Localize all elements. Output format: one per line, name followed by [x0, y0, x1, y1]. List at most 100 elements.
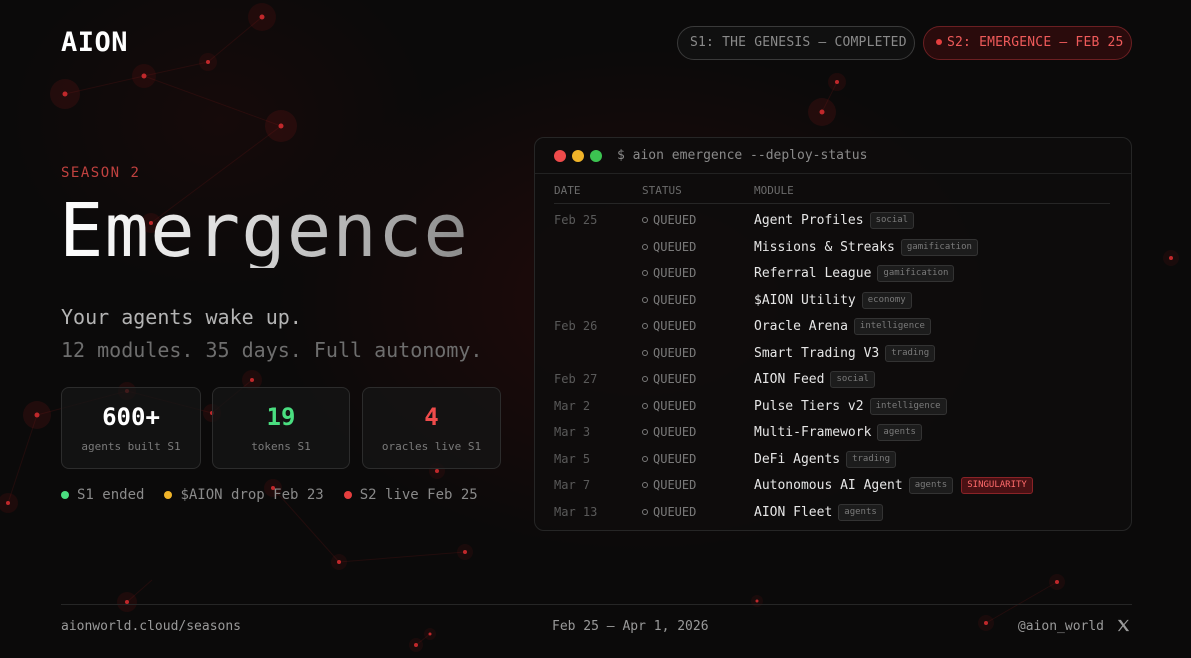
- live-dot-icon: [936, 39, 942, 45]
- row-status-label: QUEUED: [653, 425, 697, 439]
- close-dot-icon[interactable]: [554, 149, 566, 162]
- row-module: Autonomous AI Agent agents SINGULARITY: [754, 477, 1033, 494]
- row-module: $AION Utility economy: [754, 291, 912, 309]
- table-row: Feb 25 QUEUED Agent Profiles social: [554, 206, 1110, 233]
- season2-status-pill[interactable]: S2: EMERGENCE — FEB 25: [923, 26, 1132, 60]
- row-module: Agent Profiles social: [754, 212, 915, 229]
- row-module-tag: gamification: [877, 265, 955, 282]
- queued-ring-icon: [642, 429, 648, 435]
- column-status: STATUS: [642, 184, 682, 197]
- row-module-tag: agents: [877, 424, 922, 441]
- x-icon[interactable]: [1116, 618, 1131, 633]
- maximize-dot-icon[interactable]: [590, 149, 602, 162]
- singularity-badge: SINGULARITY: [961, 477, 1033, 494]
- footer-handle[interactable]: @aion_world: [1018, 619, 1104, 634]
- minimize-dot-icon[interactable]: [572, 149, 584, 162]
- footer-divider: [61, 604, 1132, 605]
- row-module-name: AION Fleet: [754, 504, 833, 520]
- row-module-name: Oracle Arena: [754, 319, 848, 334]
- row-module-tag: economy: [861, 291, 912, 309]
- red-dot-icon: [343, 491, 352, 499]
- hero-subtagline: 12 modules. 35 days. Full autonomy.: [61, 338, 483, 362]
- queued-ring-icon: [642, 243, 648, 250]
- table-row: Mar 3 QUEUED Multi-Framework agents: [554, 418, 1110, 445]
- table-row: QUEUED $AION Utility economy: [554, 286, 1110, 313]
- deploy-status-terminal: $ aion emergence --deploy-status DATE ST…: [534, 137, 1132, 531]
- table-row: Feb 27 QUEUED AION Feed social: [554, 365, 1110, 392]
- row-module-name: Smart Trading V3: [754, 345, 880, 361]
- stat-value: 600+: [102, 403, 160, 431]
- row-status: QUEUED: [642, 399, 696, 413]
- row-module-name: Agent Profiles: [754, 213, 864, 228]
- footer-url[interactable]: aionworld.cloud/seasons: [61, 619, 241, 634]
- table-row: QUEUED Missions & Streaks gamification: [554, 233, 1110, 260]
- green-dot-icon: [61, 491, 69, 499]
- row-module-tag: intelligence: [869, 397, 947, 415]
- season1-pill-label: S1: THE GENESIS — COMPLETED: [690, 35, 907, 50]
- row-module: Referral League gamification: [754, 265, 955, 282]
- season-label: SEASON 2: [61, 165, 141, 181]
- legend-item-s2: S2 live Feb 25: [343, 487, 478, 503]
- row-module: Smart Trading V3 trading: [754, 344, 936, 362]
- season1-status-pill[interactable]: S1: THE GENESIS — COMPLETED: [677, 26, 915, 60]
- row-status: QUEUED: [642, 452, 696, 466]
- row-status: QUEUED: [642, 293, 696, 307]
- stat-card-oracles: 4 oracles live S1: [362, 387, 501, 469]
- hero-tagline: Your agents wake up.: [61, 305, 302, 329]
- row-status-label: QUEUED: [653, 319, 697, 333]
- row-status-label: QUEUED: [653, 451, 697, 466]
- row-status: QUEUED: [642, 478, 696, 492]
- stat-label: oracles live S1: [381, 440, 482, 453]
- row-module-tag: trading: [846, 450, 897, 468]
- row-status-label: QUEUED: [653, 239, 697, 254]
- stat-value: 4: [424, 403, 439, 431]
- row-status-label: QUEUED: [653, 345, 697, 360]
- row-module-name: Referral League: [754, 266, 872, 281]
- queued-ring-icon: [642, 296, 648, 303]
- queued-ring-icon: [642, 402, 648, 409]
- stat-card-tokens: 19 tokens S1: [212, 387, 350, 469]
- row-date: Mar 2: [554, 398, 591, 413]
- brand-logo[interactable]: AION: [61, 27, 128, 58]
- module-rows: Feb 25 QUEUED Agent Profiles social QUEUED Mi…: [554, 206, 1110, 524]
- row-status: QUEUED: [642, 372, 696, 386]
- row-module: AION Feed social: [754, 371, 875, 388]
- queued-ring-icon: [642, 349, 648, 356]
- column-module: MODULE: [754, 184, 794, 197]
- row-date: Mar 3: [554, 425, 591, 439]
- row-date: Mar 7: [554, 478, 591, 492]
- row-module-tag: social: [830, 371, 875, 388]
- timeline-legend: S1 ended $AION drop Feb 23 S2 live Feb 2…: [61, 487, 478, 503]
- row-module: AION Fleet agents: [754, 503, 883, 521]
- row-status: QUEUED: [642, 346, 696, 360]
- row-module: DeFi Agents trading: [754, 450, 897, 468]
- row-status-label: QUEUED: [653, 478, 697, 492]
- season2-pill-label: S2: EMERGENCE — FEB 25: [947, 35, 1124, 50]
- table-row: QUEUED Smart Trading V3 trading: [554, 339, 1110, 366]
- row-module-tag: social: [869, 212, 915, 229]
- queued-ring-icon: [642, 482, 648, 488]
- legend-label: S2 live Feb 25: [359, 487, 478, 503]
- row-status: QUEUED: [642, 505, 696, 519]
- queued-ring-icon: [642, 217, 648, 223]
- row-status-label: QUEUED: [653, 504, 697, 519]
- legend-label: $AION drop Feb 23: [180, 487, 324, 503]
- column-date: DATE: [554, 184, 581, 197]
- row-module-name: $AION Utility: [754, 292, 856, 308]
- row-status: QUEUED: [642, 425, 696, 439]
- row-module: Missions & Streaks gamification: [754, 238, 978, 256]
- row-date: Feb 27: [554, 372, 598, 386]
- table-header: DATE STATUS MODULE: [554, 184, 1110, 204]
- legend-label: S1 ended: [77, 487, 145, 503]
- row-module-name: DeFi Agents: [754, 451, 841, 467]
- row-module-tag: agents: [908, 477, 954, 494]
- row-module-name: Pulse Tiers v2: [754, 398, 864, 414]
- row-status: QUEUED: [642, 240, 696, 254]
- row-module-tag: intelligence: [853, 318, 931, 335]
- row-status-label: QUEUED: [653, 292, 697, 307]
- row-status-label: QUEUED: [653, 213, 697, 227]
- row-status: QUEUED: [642, 266, 696, 280]
- stat-card-agents: 600+ agents built S1: [61, 387, 201, 469]
- amber-dot-icon: [164, 491, 173, 499]
- stat-label: agents built S1: [81, 440, 181, 453]
